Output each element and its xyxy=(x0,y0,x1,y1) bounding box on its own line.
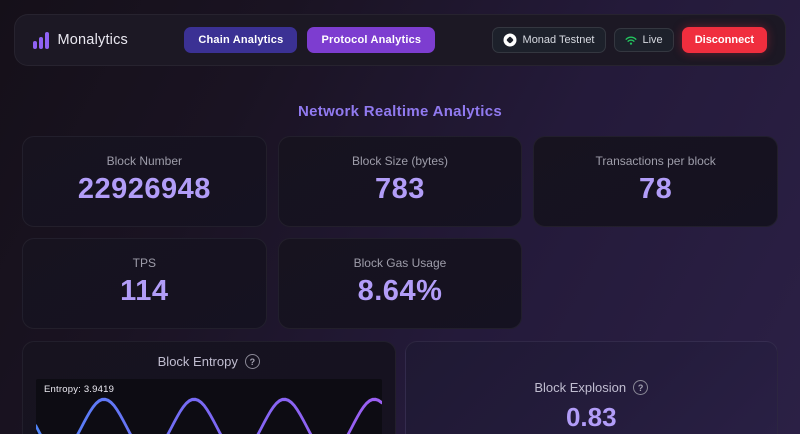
block-entropy-card: Block Entropy ? Entropy: 3.9419 xyxy=(22,341,396,434)
live-badge-label: Live xyxy=(643,34,663,46)
network-badge[interactable]: Monad Testnet xyxy=(492,27,606,53)
stat-value: 78 xyxy=(534,173,777,206)
stats-row-2: TPS 114 Block Gas Usage 8.64% xyxy=(22,238,778,329)
entropy-title: Block Entropy xyxy=(158,354,238,369)
stat-value: 783 xyxy=(279,173,522,206)
block-number-card: Block Number 22926948 xyxy=(22,136,267,227)
network-badge-label: Monad Testnet xyxy=(523,34,595,46)
help-icon[interactable]: ? xyxy=(245,354,260,369)
main-content: Network Realtime Analytics Block Number … xyxy=(0,103,800,434)
stats-row-1: Block Number 22926948 Block Size (bytes)… xyxy=(22,136,778,227)
page-title: Network Realtime Analytics xyxy=(22,103,778,120)
explosion-header: Block Explosion ? xyxy=(534,380,648,395)
explosion-title: Block Explosion xyxy=(534,380,626,395)
entropy-value-label: Entropy: 3.9419 xyxy=(44,384,114,395)
stat-value: 114 xyxy=(23,275,266,308)
block-gas-usage-card: Block Gas Usage 8.64% xyxy=(278,238,523,329)
brand: Monalytics xyxy=(33,32,128,49)
bottom-row: Block Entropy ? Entropy: 3.9419 xyxy=(22,341,778,434)
disconnect-button[interactable]: Disconnect xyxy=(682,27,767,53)
stat-label: TPS xyxy=(23,256,266,270)
monad-logo-icon xyxy=(503,33,517,47)
entropy-wave xyxy=(36,399,382,434)
entropy-header: Block Entropy ? xyxy=(23,354,395,369)
nav-tabs: Chain Analytics Protocol Analytics xyxy=(184,27,435,53)
stat-value: 8.64% xyxy=(279,275,522,308)
bar-chart-logo-icon xyxy=(33,32,49,49)
explosion-value: 0.83 xyxy=(566,402,617,433)
chain-analytics-button[interactable]: Chain Analytics xyxy=(184,27,297,53)
navbar-right: Monad Testnet Live Disconnect xyxy=(492,27,767,53)
stat-label: Block Size (bytes) xyxy=(279,154,522,168)
stat-label: Block Number xyxy=(23,154,266,168)
block-size-card: Block Size (bytes) 783 xyxy=(278,136,523,227)
stat-value: 22926948 xyxy=(23,173,266,206)
block-explosion-card: Block Explosion ? 0.83 xyxy=(405,341,779,434)
protocol-analytics-button[interactable]: Protocol Analytics xyxy=(307,27,435,53)
stat-label: Block Gas Usage xyxy=(279,256,522,270)
stat-label: Transactions per block xyxy=(534,154,777,168)
wifi-icon xyxy=(625,35,637,45)
transactions-per-block-card: Transactions per block 78 xyxy=(533,136,778,227)
live-status-badge: Live xyxy=(614,28,674,52)
tps-card: TPS 114 xyxy=(22,238,267,329)
brand-name: Monalytics xyxy=(58,32,129,48)
navbar: Monalytics Chain Analytics Protocol Anal… xyxy=(14,14,786,66)
entropy-chart: Entropy: 3.9419 xyxy=(36,379,382,434)
help-icon[interactable]: ? xyxy=(633,380,648,395)
